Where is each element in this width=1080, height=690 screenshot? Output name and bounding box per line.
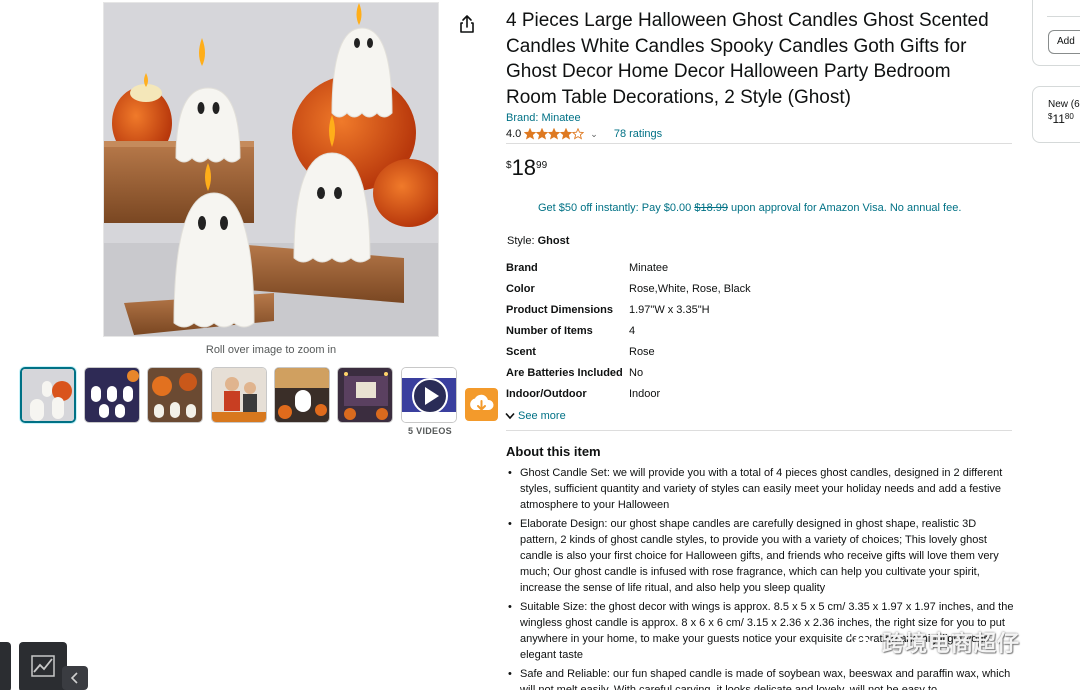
thumbnail-5[interactable] — [274, 367, 330, 423]
thumbnail-2[interactable] — [84, 367, 140, 423]
spec-value: Rose,White, Rose, Black — [629, 283, 751, 295]
about-title: About this item — [506, 444, 601, 459]
star-filled-icon — [548, 128, 561, 140]
divider — [1047, 16, 1080, 17]
spec-key: Scent — [506, 346, 536, 358]
style-value: Ghost — [537, 235, 570, 247]
download-cloud-button[interactable] — [465, 388, 498, 421]
chevron-down-icon[interactable]: ⌄ — [590, 129, 598, 140]
spec-key: Are Batteries Included — [506, 367, 623, 379]
spec-value: Indoor — [629, 388, 661, 400]
see-more-link[interactable]: See more — [505, 410, 566, 422]
star-empty-icon — [572, 128, 585, 140]
spec-row: Are Batteries Included No — [506, 367, 906, 383]
style-label: Style: — [507, 235, 538, 247]
spec-row: Color Rose,White, Rose, Black — [506, 283, 906, 299]
product-page: Roll over image to zoom in 5 VIDEOS 4 Pi… — [0, 0, 1080, 690]
zoom-hint: Roll over image to zoom in — [205, 344, 337, 356]
new-offers-label: New (6 — [1048, 99, 1080, 110]
thumbnail-3[interactable] — [147, 367, 203, 423]
ghost-candles-photo — [104, 3, 438, 336]
style-selector: Style: Ghost — [507, 235, 569, 247]
other-sellers-price: $1180 — [1048, 112, 1074, 126]
promo-text: Get $50 off instantly: Pay $0.00 — [538, 202, 695, 214]
thumbnail-4[interactable] — [211, 367, 267, 423]
spec-row: Scent Rose — [506, 346, 906, 362]
spec-key: Brand — [506, 262, 538, 274]
side-widget[interactable] — [0, 642, 11, 690]
chevron-left-icon — [70, 672, 78, 684]
price-fraction: 99 — [536, 160, 548, 171]
list-item: Ghost Candle Set: we will provide you wi… — [506, 465, 1016, 513]
side-price-whole: 11 — [1052, 112, 1065, 126]
star-filled-icon — [524, 128, 537, 140]
collapse-button[interactable] — [62, 666, 88, 690]
spec-row: Brand Minatee — [506, 262, 906, 278]
spec-value: 4 — [629, 325, 636, 337]
see-more-label: See more — [518, 410, 566, 422]
spec-row: Product Dimensions 1.97"W x 3.35"H — [506, 304, 906, 320]
star-rating[interactable] — [524, 128, 585, 140]
spec-key: Color — [506, 283, 535, 295]
star-filled-icon — [560, 128, 573, 140]
side-price-fraction: 80 — [1064, 112, 1074, 121]
spec-row: Number of Items 4 — [506, 325, 906, 341]
thumbnail-video[interactable] — [401, 367, 457, 423]
price-whole: 18 — [511, 155, 537, 180]
visa-promo[interactable]: Get $50 off instantly: Pay $0.00 $18.99 … — [538, 202, 961, 214]
rating-value: 4.0 — [506, 128, 522, 140]
ratings-count-link[interactable]: 78 ratings — [614, 128, 662, 140]
spec-value: Minatee — [629, 262, 669, 274]
buy-box: Add — [1032, 0, 1080, 66]
spec-key: Indoor/Outdoor — [506, 388, 587, 400]
watermark: 跨境电商超仔 — [840, 624, 1050, 660]
spec-value: 1.97"W x 3.35"H — [629, 304, 710, 316]
spec-row: Indoor/Outdoor Indoor — [506, 388, 906, 404]
thumbnail-1[interactable] — [20, 367, 76, 423]
list-item: Elaborate Design: our ghost shape candle… — [506, 516, 1016, 596]
price: $ 18 99 — [506, 156, 547, 182]
divider — [506, 143, 1012, 144]
share-icon[interactable] — [457, 14, 477, 34]
divider — [506, 430, 1012, 431]
spec-value: Rose — [629, 346, 655, 358]
thumbnail-6[interactable] — [337, 367, 393, 423]
wechat-logo-icon — [841, 629, 874, 655]
brand-link[interactable]: Brand: Minatee — [506, 112, 581, 124]
spec-key: Product Dimensions — [506, 304, 613, 316]
rating-row: 4.0 ⌄ 78 ratings — [506, 127, 662, 141]
promo-suffix: upon approval for Amazon Visa. No annual… — [728, 202, 962, 214]
watermark-text: 跨境电商超仔 — [882, 632, 1021, 657]
list-item: Safe and Reliable: our fun shaped candle… — [506, 666, 1016, 690]
chevron-down-icon — [505, 412, 515, 420]
main-product-image[interactable] — [103, 2, 439, 337]
promo-strike-price: $18.99 — [694, 202, 728, 214]
chart-widget-button[interactable] — [19, 642, 67, 690]
cloud-download-icon — [470, 394, 494, 411]
other-sellers-box[interactable]: New (6 $1180 — [1032, 86, 1080, 143]
product-title: 4 Pieces Large Halloween Ghost Candles G… — [506, 10, 989, 108]
videos-count-label: 5 VIDEOS — [408, 426, 452, 436]
add-to-cart-button[interactable]: Add — [1048, 30, 1080, 54]
trend-chart-icon — [31, 655, 55, 677]
star-filled-icon — [536, 128, 549, 140]
spec-value: No — [629, 367, 644, 379]
spec-key: Number of Items — [506, 325, 593, 337]
